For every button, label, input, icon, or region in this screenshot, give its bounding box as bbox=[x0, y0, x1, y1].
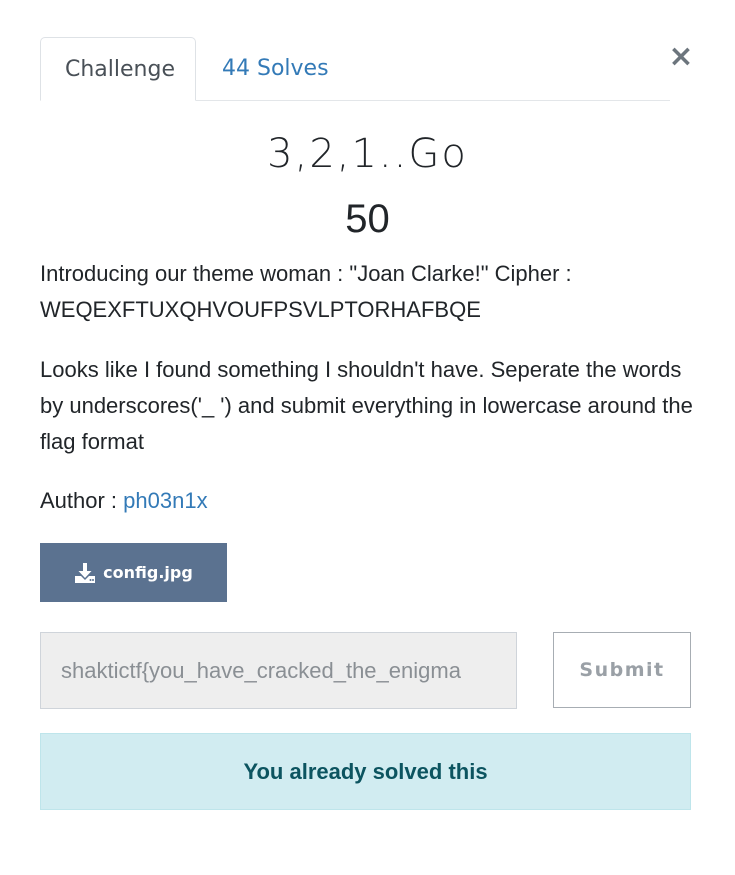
tab-challenge[interactable]: Challenge bbox=[40, 37, 196, 101]
file-download-button[interactable]: config.jpg bbox=[40, 543, 227, 602]
submit-button[interactable]: Submit bbox=[553, 632, 691, 708]
flag-input[interactable]: shaktictf{you_have_cracked_the_enigma bbox=[40, 632, 517, 709]
solved-alert: You already solved this bbox=[40, 733, 691, 810]
challenge-tabs: Challenge 44 Solves bbox=[40, 37, 670, 101]
description-paragraph-2: Looks like I found something I shouldn't… bbox=[40, 357, 693, 454]
challenge-author: Author : ph03n1x bbox=[40, 483, 208, 519]
alert-message: You already solved this bbox=[243, 758, 488, 784]
challenge-description: Introducing our theme woman : "Joan Clar… bbox=[40, 256, 700, 484]
download-icon bbox=[74, 562, 96, 584]
close-icon: × bbox=[668, 39, 694, 74]
close-button[interactable]: × bbox=[668, 40, 694, 74]
challenge-points: 50 bbox=[345, 197, 390, 241]
file-name: config.jpg bbox=[103, 563, 193, 582]
tab-solves[interactable]: 44 Solves bbox=[198, 37, 353, 100]
challenge-modal: Challenge 44 Solves × 3,2,1..Go 50 Intro… bbox=[0, 0, 735, 875]
description-paragraph-1: Introducing our theme woman : "Joan Clar… bbox=[40, 261, 572, 322]
challenge-name: 3,2,1..Go bbox=[267, 131, 468, 177]
author-label: Author : bbox=[40, 488, 124, 513]
author-link[interactable]: ph03n1x bbox=[123, 488, 207, 513]
